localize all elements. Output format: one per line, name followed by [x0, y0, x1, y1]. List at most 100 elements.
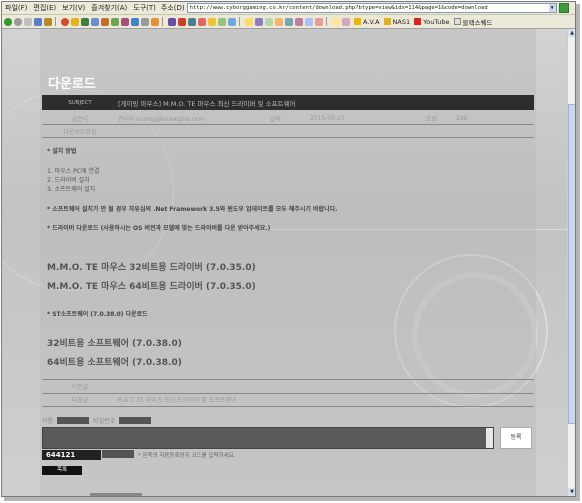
bookmark-blacksquad[interactable]: 블랙스퀘드	[453, 17, 493, 27]
comment-name-input[interactable]	[57, 417, 90, 424]
folder-icon[interactable]	[71, 17, 79, 26]
writer-label: 글쓴이	[71, 115, 89, 123]
driver-32bit-link[interactable]: M.M.O. TE 마우스 32비트용 드라이버 (7.0.35.0)	[47, 260, 256, 273]
toolbar-separator-4	[326, 17, 327, 26]
browser-window: 파일(F) 편집(E) 보기(V) 즐겨찾기(A) 도구(T) 주소(D) ht…	[1, 1, 576, 497]
tool-icon-12[interactable]	[208, 17, 216, 26]
tool-icon-6[interactable]	[141, 17, 149, 26]
search-icon[interactable]	[91, 17, 99, 26]
bookmark-nas1[interactable]: NAS1	[383, 18, 410, 26]
refresh-icon[interactable]	[34, 17, 42, 26]
scroll-up-icon[interactable]: ▲	[568, 29, 575, 37]
tool-icon-18[interactable]	[275, 17, 283, 26]
list-button[interactable]: 목록	[42, 466, 82, 475]
tool-icon-4[interactable]	[121, 17, 129, 26]
install-heading: * 설치 방법	[47, 148, 77, 155]
toolbar-separator	[55, 17, 56, 26]
tool-icon-7[interactable]	[151, 17, 159, 26]
comment-submit-button[interactable]: 등록	[500, 427, 532, 449]
menu-edit[interactable]: 편집(E)	[30, 3, 59, 13]
home-icon[interactable]	[44, 17, 52, 26]
tool-icon-14[interactable]	[228, 17, 236, 26]
comment-password-input[interactable]	[119, 417, 152, 424]
menu-view[interactable]: 보기(V)	[59, 3, 88, 13]
tool-icon-17[interactable]	[265, 17, 273, 26]
writer-value[interactable]: 관리자 cusmp@ocealpha.com	[118, 114, 270, 123]
star-icon	[354, 18, 361, 25]
tool-icon-5[interactable]	[131, 17, 139, 26]
subject-bar: SUBJECT [게이밍 마우스] M.M.O. TE 마우스 최신 드라이버 …	[42, 95, 534, 110]
date-label: 날짜	[270, 115, 282, 123]
software-64bit-link[interactable]: 64비트용 소프트웨어 (7.0.38.0)	[47, 355, 182, 368]
comment-name-label: 이름	[42, 418, 54, 425]
page-title: 다운로드	[48, 77, 96, 92]
tool-icon-8[interactable]	[168, 17, 176, 26]
tool-icon-3[interactable]	[111, 17, 119, 26]
address-bar[interactable]: http://www.cyborggaming.co.kr/content/do…	[186, 3, 557, 13]
tool-icon[interactable]	[81, 17, 89, 26]
menu-bar: 파일(F) 편집(E) 보기(V) 즐겨찾기(A) 도구(T) 주소(D) ht…	[2, 2, 575, 15]
install-step: 3. 소프트웨어 설치	[47, 186, 96, 193]
software-note: * ST소프트웨어 (7.0.38.0) 다운로드	[47, 311, 148, 318]
comment-textarea[interactable]	[42, 427, 494, 449]
address-url: http://www.cyborggaming.co.kr/content/do…	[189, 5, 488, 11]
comment-author-fields: 이름 비밀번호	[42, 416, 155, 425]
post-subject: [게이밍 마우스] M.M.O. TE 마우스 최신 드라이버 및 소프트웨어	[118, 99, 296, 108]
tool-icon-20[interactable]	[295, 17, 303, 26]
next-post-label: 다음글	[71, 397, 89, 404]
stop-icon[interactable]	[24, 17, 32, 26]
captcha-code: 644121	[42, 450, 101, 460]
comment-scrollbar[interactable]	[486, 428, 493, 448]
prev-post-label: 이전글	[71, 384, 89, 391]
vertical-scrollbar[interactable]: ▲ ▼	[567, 29, 575, 496]
comment-password-label: 비밀번호	[93, 418, 116, 425]
back-icon[interactable]	[4, 17, 12, 26]
go-icon[interactable]	[558, 3, 569, 13]
post-meta-row: 글쓴이 관리자 cusmp@ocealpha.com 날짜 2015-05-27…	[42, 112, 534, 125]
next-post-row[interactable]: 다음글 R.A.T. TE 마우스 최신 드라이버 및 소프트웨어	[42, 393, 534, 407]
tool-icon-11[interactable]	[198, 17, 206, 26]
forward-icon[interactable]	[14, 17, 22, 26]
driver-64bit-link[interactable]: M.M.O. TE 마우스 64비트용 드라이버 (7.0.35.0)	[47, 279, 256, 292]
tool-icon-22[interactable]	[315, 17, 323, 26]
captcha-hint: * 왼쪽의 자동등록방지 코드를 입력하세요.	[138, 453, 236, 459]
bookmark-ava[interactable]: A.V.A	[354, 18, 380, 26]
captcha-input[interactable]	[102, 450, 134, 458]
prev-post-row[interactable]: 이전글	[42, 379, 534, 394]
install-step: 1. 마우스 PC에 연결	[47, 168, 100, 175]
attachment-row: 다운로드파일	[42, 125, 534, 138]
driver-note: * 드라이버 다운로드 (사용하시는 OS 버전과 모델에 맞는 드라이버를 다…	[47, 225, 271, 232]
framework-note: * 소프트웨어 설치가 안 될 경우 자유심의 .Net Framework 3…	[47, 206, 338, 213]
folder-icon	[383, 18, 391, 25]
tool-icon-2[interactable]	[101, 17, 109, 26]
toolbar-separator-3	[239, 17, 240, 26]
next-post-title[interactable]: R.A.T. TE 마우스 최신 드라이버 및 소프트웨어	[118, 395, 236, 404]
tool-icon-13[interactable]	[218, 17, 226, 26]
toolbar-separator-2	[162, 17, 163, 26]
scroll-down-icon[interactable]: ▼	[568, 488, 575, 496]
tool-icon-19[interactable]	[285, 17, 293, 26]
post-content: 다운로드 SUBJECT [게이밍 마우스] M.M.O. TE 마우스 최신 …	[40, 29, 536, 496]
install-step: 2. 드라이버 설치	[47, 177, 90, 184]
menu-tools[interactable]: 도구(T)	[130, 3, 159, 13]
bookmark-youtube[interactable]: YouTube	[414, 18, 450, 26]
page-icon	[453, 18, 461, 25]
address-dropdown-icon[interactable]: ▼	[548, 4, 556, 12]
tool-icon-15[interactable]	[245, 17, 253, 26]
tool-icon-23[interactable]	[332, 17, 340, 26]
address-label: 주소(D)	[160, 4, 185, 12]
date-value: 2015-05-27	[310, 114, 345, 122]
menu-favorites[interactable]: 즐겨찾기(A)	[88, 3, 130, 13]
tool-icon-9[interactable]	[178, 17, 186, 26]
footer-bar	[90, 493, 142, 496]
addon-icon[interactable]	[61, 17, 69, 26]
scrollbar-thumb[interactable]	[568, 104, 575, 424]
bookmark-label: 블랙스퀘드	[462, 18, 493, 27]
software-32bit-link[interactable]: 32비트용 소프트웨어 (7.0.38.0)	[47, 336, 182, 349]
web-page: 다운로드 SUBJECT [게이밍 마우스] M.M.O. TE 마우스 최신 …	[2, 29, 575, 496]
tool-icon-10[interactable]	[188, 17, 196, 26]
tool-icon-21[interactable]	[305, 17, 313, 26]
tool-icon-24[interactable]	[342, 17, 350, 26]
tool-icon-16[interactable]	[255, 17, 263, 26]
menu-file[interactable]: 파일(F)	[2, 3, 30, 13]
